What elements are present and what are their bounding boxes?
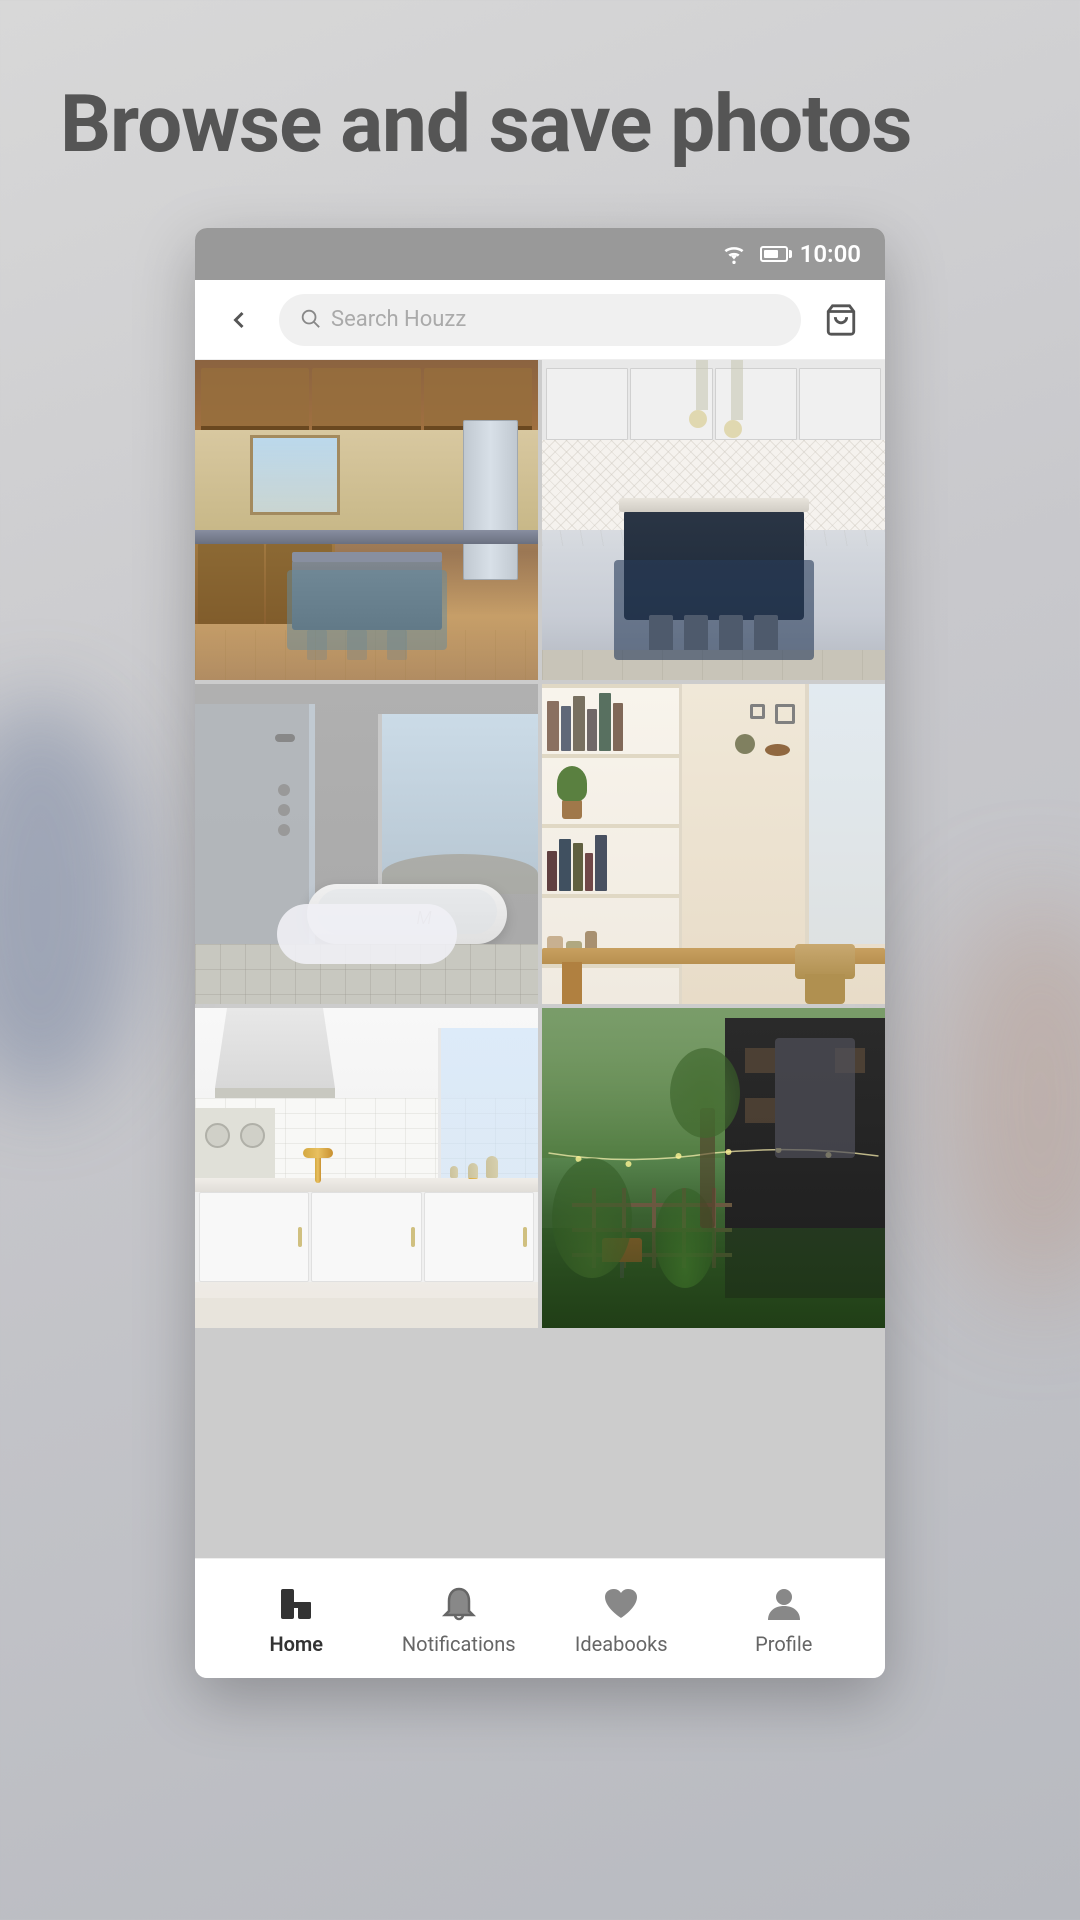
phone-mockup: 10:00 Search Houzz xyxy=(195,228,885,1678)
nav-item-ideabooks[interactable]: Ideabooks xyxy=(556,1582,686,1656)
back-button[interactable] xyxy=(215,296,263,344)
grid-item[interactable] xyxy=(195,1008,538,1328)
profile-label: Profile xyxy=(755,1632,812,1656)
grid-item[interactable] xyxy=(542,684,885,1004)
search-placeholder-text: Search Houzz xyxy=(331,307,466,332)
search-icon xyxy=(299,307,321,333)
grid-item[interactable]: M xyxy=(195,684,538,1004)
person-icon xyxy=(762,1582,806,1626)
page-title: Browse and save photos xyxy=(0,0,1080,228)
nav-bar: Search Houzz xyxy=(195,280,885,360)
grid-item[interactable] xyxy=(195,360,538,680)
heart-icon xyxy=(599,1582,643,1626)
wifi-icon xyxy=(720,244,748,264)
grid-item[interactable] xyxy=(542,360,885,680)
home-label: Home xyxy=(269,1632,323,1656)
grid-item[interactable] xyxy=(542,1008,885,1328)
notifications-label: Notifications xyxy=(402,1632,516,1656)
search-bar[interactable]: Search Houzz xyxy=(279,294,801,346)
bell-icon xyxy=(437,1582,481,1626)
nav-item-profile[interactable]: Profile xyxy=(719,1582,849,1656)
bottom-nav: Home Notifications Ideabooks xyxy=(195,1558,885,1678)
image-grid: M xyxy=(195,360,885,1558)
cart-button[interactable] xyxy=(817,296,865,344)
nav-item-home[interactable]: Home xyxy=(231,1582,361,1656)
status-bar: 10:00 xyxy=(195,228,885,280)
battery-icon xyxy=(760,246,788,262)
home-icon xyxy=(274,1582,318,1626)
nav-item-notifications[interactable]: Notifications xyxy=(394,1582,524,1656)
status-time: 10:00 xyxy=(800,240,861,268)
ideabooks-label: Ideabooks xyxy=(575,1632,668,1656)
